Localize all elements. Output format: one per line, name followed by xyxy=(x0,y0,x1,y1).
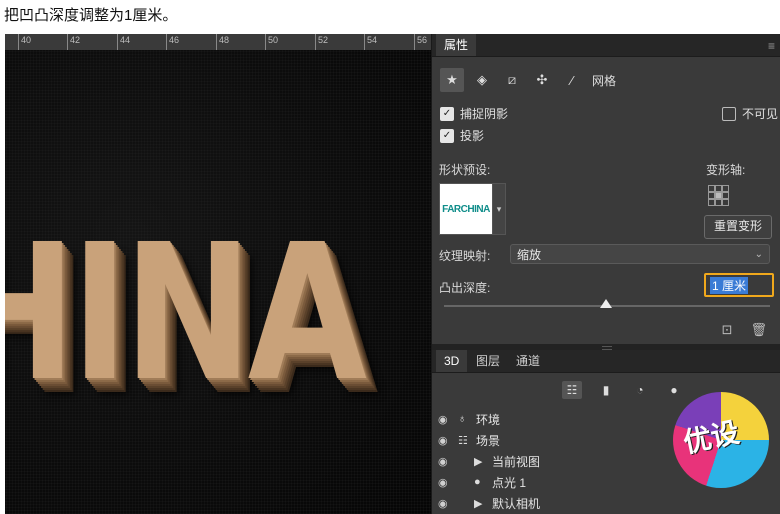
photoshop-window: 40 42 44 46 48 50 52 54 56 HINA 属性 xyxy=(5,34,780,514)
invisible-label: 不可见 xyxy=(742,107,779,121)
extrusion-depth-label: 凸出深度: xyxy=(439,281,491,295)
tab-3d[interactable]: 3D xyxy=(436,350,468,372)
shape-preset-label: 形状预设: xyxy=(439,163,491,177)
list-item[interactable]: ◉ ▶ 默认相机 xyxy=(432,493,780,513)
deform-axis-label: 变形轴: xyxy=(706,163,746,177)
ruler-label: 40 xyxy=(21,35,32,45)
deform-icon[interactable]: ◈ xyxy=(470,68,494,92)
catch-shadows-checkbox[interactable]: ✓ xyxy=(440,106,454,121)
layer-label: 默认相机 xyxy=(492,496,541,511)
grid-cell xyxy=(722,199,729,206)
properties-toolbar: ★ ◈ ⧄ ✣ ∕ 网格 xyxy=(440,67,616,93)
grid-cell xyxy=(715,185,722,192)
canvas-area[interactable]: 40 42 44 46 48 50 52 54 56 HINA xyxy=(5,34,431,514)
grid-cell xyxy=(722,185,729,192)
ruler-tick xyxy=(166,34,167,50)
catch-shadows-row[interactable]: ✓ 捕捉阴影 xyxy=(440,105,508,122)
ruler-tick xyxy=(315,34,316,50)
reset-deform-button[interactable]: 重置变形 xyxy=(704,215,772,239)
grid-cell xyxy=(715,199,722,206)
cap-icon[interactable]: ⧄ xyxy=(500,68,524,92)
trash-icon[interactable]: 🗑 xyxy=(750,322,767,338)
texture-mapping-label: 纹理映射: xyxy=(439,249,491,263)
material-filter-icon[interactable]: ◔ xyxy=(630,381,650,399)
tab-properties[interactable]: 属性 xyxy=(436,34,477,56)
grid-cell xyxy=(708,199,715,206)
properties-panel-header: 属性 ≡ xyxy=(432,34,780,57)
tab-channels[interactable]: 通道 xyxy=(508,350,548,372)
invisible-row[interactable]: 不可见 xyxy=(722,105,778,122)
tab-layers[interactable]: 图层 xyxy=(468,350,508,372)
preset-dropdown-chevron-icon[interactable]: ▾ xyxy=(492,183,506,235)
invisible-checkbox[interactable] xyxy=(722,106,736,121)
ruler-tick xyxy=(414,34,415,50)
artwork[interactable]: HINA xyxy=(5,50,431,514)
cast-shadows-checkbox[interactable]: ✓ xyxy=(440,128,454,143)
shape-preset-thumbnail[interactable]: FARCHINA xyxy=(439,183,493,235)
ruler-label: 44 xyxy=(120,35,131,45)
eye-icon[interactable]: ◉ xyxy=(438,455,448,468)
extrusion-depth-input[interactable]: 1 厘米 xyxy=(704,273,774,297)
grid-cell xyxy=(708,185,715,192)
light-bulb-icon: ● xyxy=(474,476,481,488)
coordinates-icon[interactable]: ✣ xyxy=(530,68,554,92)
watermark-logo: 优设 xyxy=(673,392,769,488)
ruler-tick xyxy=(18,34,19,50)
ruler-label: 56 xyxy=(417,35,428,45)
ruler-label: 48 xyxy=(219,35,230,45)
caption-text: 把凹凸深度调整为1厘米。 xyxy=(4,7,178,24)
camera-icon: ▶ xyxy=(474,497,483,510)
cast-shadows-label: 投影 xyxy=(460,129,485,143)
chevron-down-icon: ⌄ xyxy=(754,249,763,260)
properties-footer-icons: ⊡ 🗑 xyxy=(722,322,767,338)
render-icon[interactable]: ⊡ xyxy=(722,322,733,338)
texture-mapping-value: 缩放 xyxy=(517,248,542,262)
ruler-label: 50 xyxy=(268,35,279,45)
scene-filter-icon[interactable]: ☷ xyxy=(562,381,582,399)
layer-label: 环境 xyxy=(476,412,501,427)
environment-icon: ♁ xyxy=(458,413,467,425)
cast-shadows-row[interactable]: ✓ 投影 xyxy=(440,127,484,144)
panel-menu-icon[interactable]: ≡ xyxy=(768,39,775,53)
mesh-filter-icon[interactable]: ▮ xyxy=(596,381,616,399)
ruler-label: 46 xyxy=(169,35,180,45)
horizontal-ruler: 40 42 44 46 48 50 52 54 56 xyxy=(5,34,431,51)
eye-icon[interactable]: ◉ xyxy=(438,434,448,447)
extrusion-depth-slider-thumb[interactable] xyxy=(600,299,612,308)
extrusion-depth-value: 1 厘米 xyxy=(710,276,749,294)
grid-cell xyxy=(715,192,722,199)
layer-label: 点光 1 xyxy=(492,475,527,490)
ruler-tick xyxy=(364,34,365,50)
3d-text-artwork: HINA xyxy=(5,204,367,423)
grid-cell xyxy=(722,192,729,199)
ruler-tick xyxy=(117,34,118,50)
layer-label: 当前视图 xyxy=(492,454,541,469)
ruler-tick xyxy=(265,34,266,50)
ruler-label: 52 xyxy=(318,35,329,45)
layers-panel-header: 3D 图层 通道 xyxy=(432,350,780,373)
scene-icon: ☷ xyxy=(458,434,468,447)
preset-thumbnail-text: FARCHINA xyxy=(442,203,490,215)
3d-filter-toolbar: ☷ ▮ ◔ ● xyxy=(562,381,684,399)
mesh-label[interactable]: 网格 xyxy=(592,72,616,89)
grid-cell xyxy=(708,192,715,199)
ruler-tick xyxy=(216,34,217,50)
ruler-tick xyxy=(67,34,68,50)
camera-icon: ▶ xyxy=(474,455,483,468)
layer-label: 场景 xyxy=(476,433,501,448)
eye-icon[interactable]: ◉ xyxy=(438,413,448,426)
watermark-text: 优设 xyxy=(680,415,743,460)
properties-body: ★ ◈ ⧄ ✣ ∕ 网格 ✓ 捕捉阴影 不可见 ✓ 投影 形状预设: 变形轴: xyxy=(432,57,780,344)
eye-icon[interactable]: ◉ xyxy=(438,497,448,510)
eye-icon[interactable]: ◉ xyxy=(438,476,448,489)
light-filter-icon[interactable]: ● xyxy=(664,381,684,399)
texture-mapping-select[interactable]: 缩放 ⌄ xyxy=(510,244,770,264)
ruler-label: 54 xyxy=(367,35,378,45)
mesh-icon[interactable]: ★ xyxy=(440,68,464,92)
deform-axis-grid-icon[interactable] xyxy=(708,185,729,206)
catch-shadows-label: 捕捉阴影 xyxy=(460,107,509,121)
brush-icon[interactable]: ∕ xyxy=(560,68,584,92)
ruler-label: 42 xyxy=(70,35,81,45)
